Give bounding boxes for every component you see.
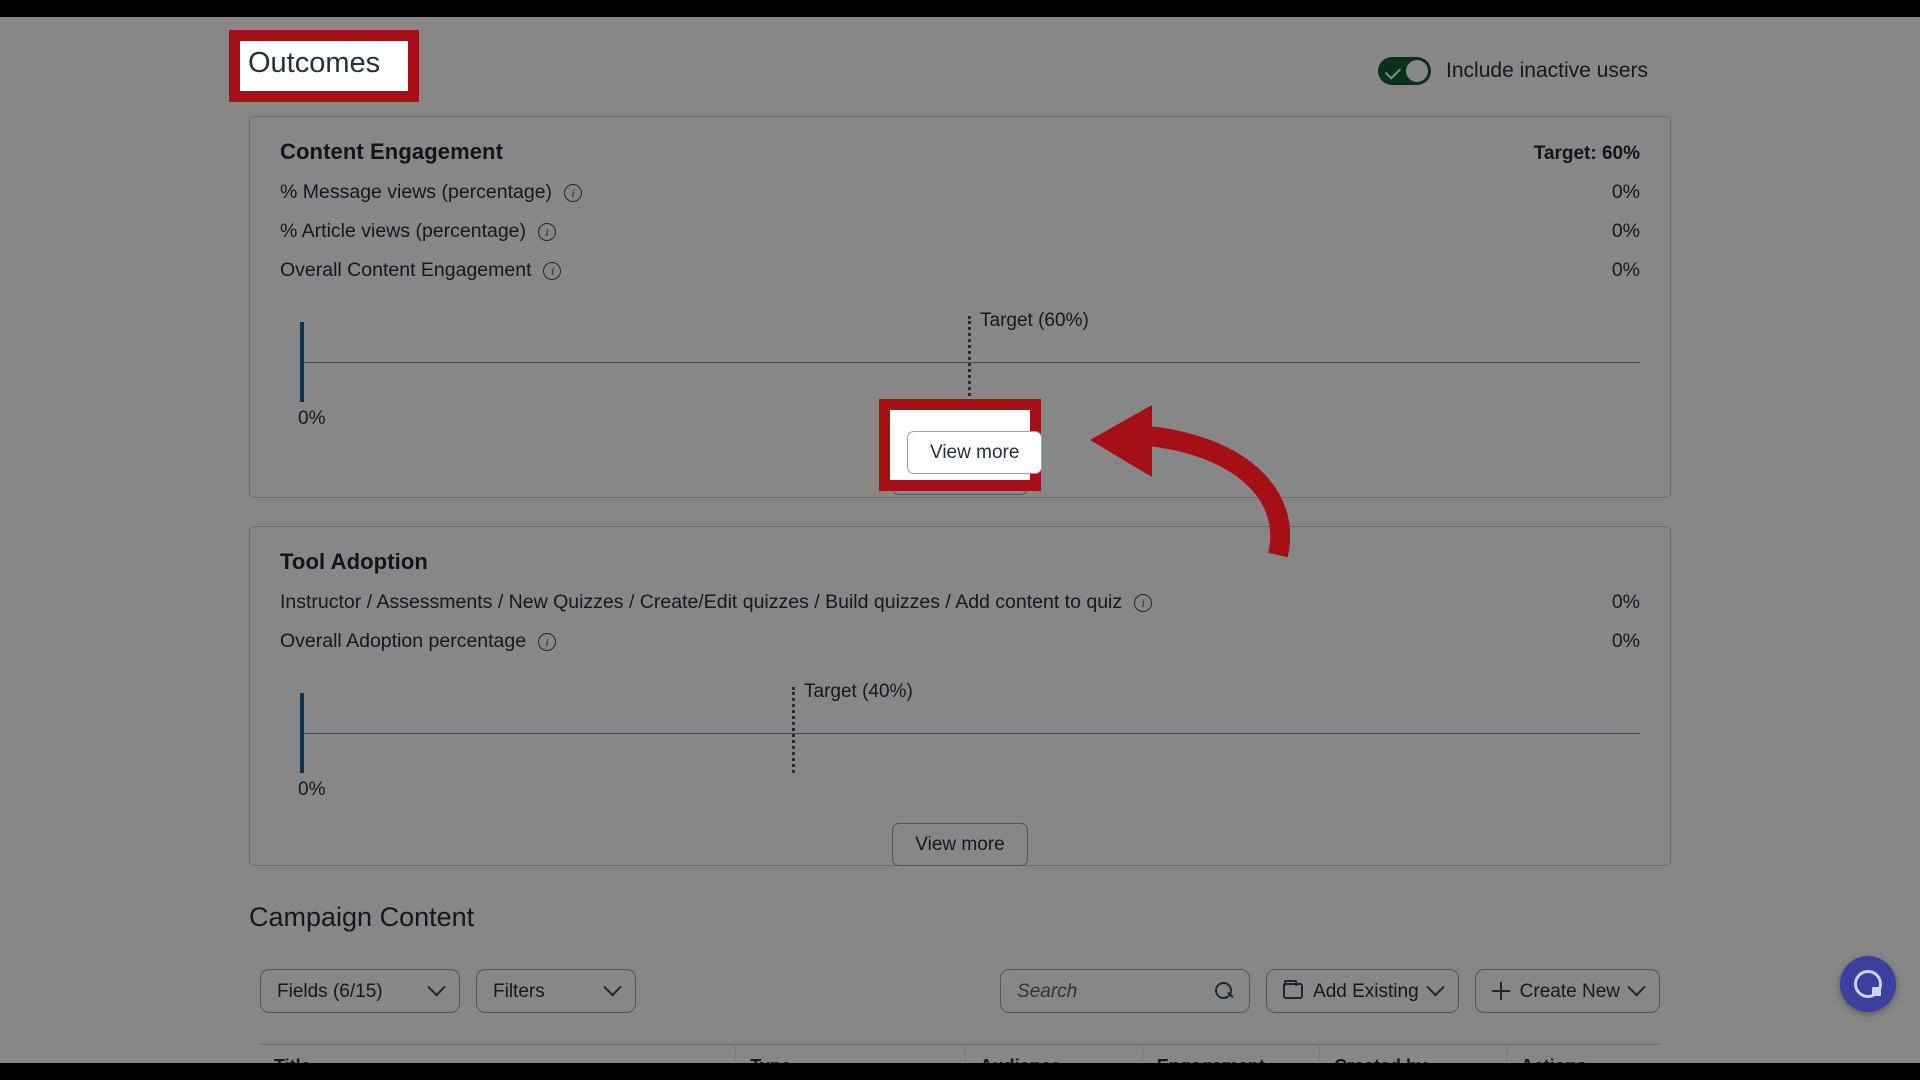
letterbox-bottom	[0, 1063, 1920, 1080]
chart-zero-label: 0%	[298, 408, 326, 429]
metric-label: Instructor / Assessments / New Quizzes /…	[280, 591, 1123, 613]
content-engagement-chart: Target (60%) 0%	[280, 310, 1640, 429]
card-title: Tool Adoption	[280, 549, 428, 574]
card-title: Content Engagement	[280, 139, 504, 164]
search-placeholder: Search	[1017, 980, 1078, 1002]
plus-icon	[1491, 982, 1510, 1000]
metric-label: % Message views (percentage)	[280, 181, 553, 203]
metric-label: Overall Adoption percentage	[280, 630, 527, 652]
view-more-wrap: View more	[250, 823, 1670, 866]
chart-zero-label: 0%	[298, 779, 326, 800]
card-header: Content Engagement Target: 60%	[250, 117, 1670, 165]
filters-dropdown[interactable]: Filters	[476, 969, 636, 1013]
add-existing-button[interactable]: Add Existing	[1266, 969, 1459, 1013]
toggle-knob	[1406, 60, 1429, 82]
metric-value: 0%	[1611, 220, 1640, 242]
info-icon[interactable]: i	[538, 222, 557, 241]
chart-target-line	[968, 316, 971, 402]
tool-adoption-chart: Target (40%) 0%	[280, 681, 1640, 800]
create-new-label: Create New	[1519, 980, 1620, 1002]
chevron-down-icon	[1627, 977, 1646, 996]
chat-bubble-icon	[1854, 970, 1882, 998]
fields-dropdown-label: Fields (6/15)	[277, 980, 383, 1002]
chart-target-label: Target (60%)	[980, 310, 1089, 331]
chevron-down-icon	[1425, 977, 1445, 996]
chevron-down-icon	[427, 977, 446, 996]
metric-row: Overall Content Engagement i 0%	[250, 259, 1670, 282]
chart-target-line	[792, 687, 795, 773]
metric-value: 0%	[1611, 259, 1640, 281]
metric-row: % Article views (percentage) i 0%	[250, 220, 1670, 243]
info-icon[interactable]: i	[538, 632, 557, 651]
search-icon[interactable]	[1215, 982, 1233, 1000]
check-icon	[1384, 62, 1402, 80]
campaign-content-title: Campaign Content	[249, 902, 475, 932]
folder-icon	[1283, 980, 1304, 999]
campaign-content-toolbar: Fields (6/15) Filters Search Add Existin…	[260, 968, 1660, 1014]
view-more-button-adoption[interactable]: View more	[892, 823, 1028, 866]
card-header: Tool Adoption	[250, 527, 1670, 575]
include-inactive-users-label: Include inactive users	[1446, 59, 1648, 82]
chart-target-label: Target (40%)	[804, 681, 913, 702]
create-new-button[interactable]: Create New	[1474, 969, 1660, 1013]
content-engagement-card: Content Engagement Target: 60% % Message…	[249, 116, 1671, 498]
view-more-button-engagement[interactable]: View more	[892, 452, 1028, 495]
include-inactive-users-toggle[interactable]	[1378, 57, 1432, 85]
page-title: Outcomes	[248, 47, 381, 79]
app-page: Outcomes Include inactive users Content …	[0, 0, 1920, 1080]
include-inactive-users-row[interactable]: Include inactive users	[1378, 57, 1648, 85]
search-input[interactable]: Search	[1000, 969, 1251, 1013]
add-existing-label: Add Existing	[1313, 980, 1419, 1002]
metric-label: Overall Content Engagement	[280, 259, 532, 281]
filters-dropdown-label: Filters	[493, 980, 545, 1002]
metric-value: 0%	[1611, 591, 1640, 613]
metric-row: Overall Adoption percentage i 0%	[250, 630, 1670, 653]
card-target-label: Target: 60%	[1533, 143, 1640, 164]
chart-zero-bar	[300, 693, 304, 773]
info-icon[interactable]: i	[543, 261, 562, 280]
help-chat-button[interactable]	[1840, 956, 1896, 1012]
info-icon[interactable]: i	[1134, 593, 1153, 612]
metric-row: Instructor / Assessments / New Quizzes /…	[250, 591, 1670, 614]
metric-value: 0%	[1611, 181, 1640, 203]
metric-value: 0%	[1611, 630, 1640, 652]
metric-label: % Article views (percentage)	[280, 220, 527, 242]
chevron-down-icon	[603, 977, 622, 996]
tool-adoption-card: Tool Adoption Instructor / Assessments /…	[249, 526, 1671, 866]
chart-axis-line	[300, 733, 1640, 734]
metric-row: % Message views (percentage) i 0%	[250, 181, 1670, 204]
info-icon[interactable]: i	[564, 183, 583, 202]
fields-dropdown[interactable]: Fields (6/15)	[260, 969, 460, 1013]
letterbox-top	[0, 0, 1920, 17]
view-more-wrap: View more	[250, 452, 1670, 495]
chart-zero-bar	[300, 322, 304, 402]
